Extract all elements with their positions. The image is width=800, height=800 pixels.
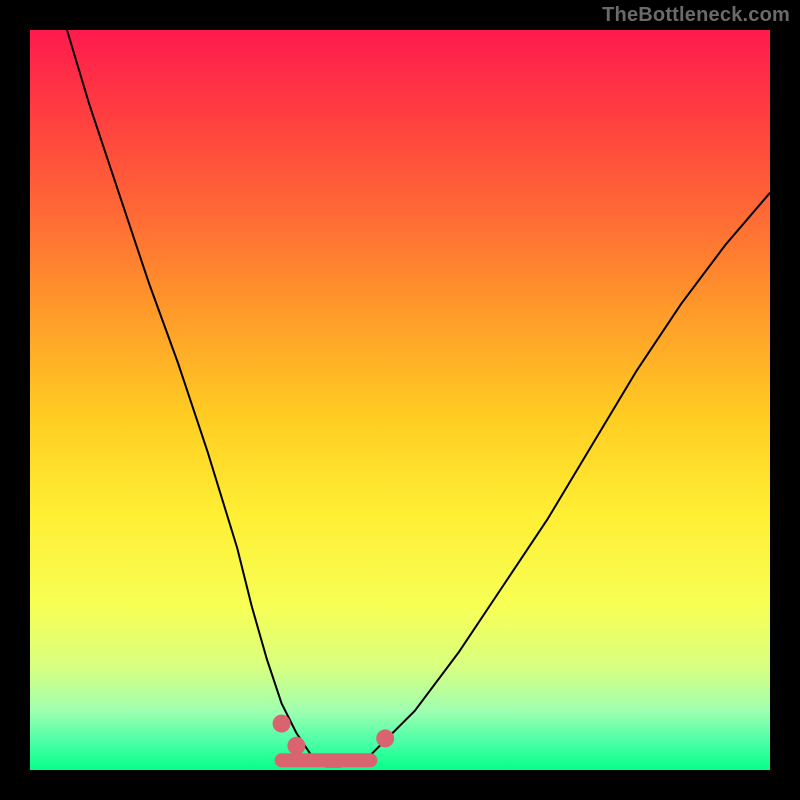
curve-group: [67, 30, 770, 766]
marker-dot-left-2: [287, 737, 305, 755]
chart-svg: [30, 30, 770, 770]
bottleneck-curve: [67, 30, 770, 766]
plot-area: [30, 30, 770, 770]
chart-stage: TheBottleneck.com: [0, 0, 800, 800]
marker-dot-right-1: [376, 729, 394, 747]
marker-dot-left-1: [273, 715, 291, 733]
watermark-text: TheBottleneck.com: [602, 4, 790, 27]
